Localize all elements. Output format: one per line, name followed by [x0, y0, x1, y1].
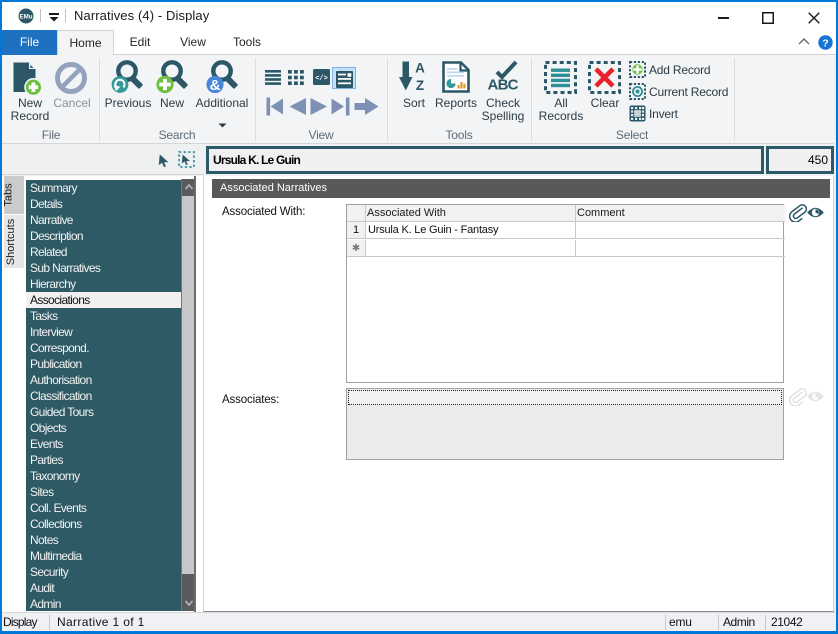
svg-text:&: & [210, 77, 221, 94]
svg-text:</>: </> [315, 75, 328, 83]
svg-text:Z: Z [416, 78, 424, 91]
svg-text:ABC: ABC [488, 77, 519, 92]
svg-text:A: A [415, 61, 425, 76]
svg-text:?: ? [822, 38, 828, 50]
svg-text:EMu: EMu [19, 14, 32, 21]
